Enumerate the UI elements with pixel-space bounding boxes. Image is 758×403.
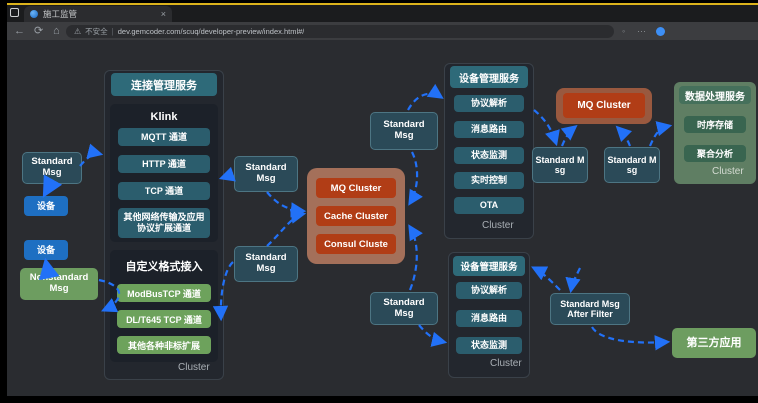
- diagram-canvas: Standard Msg 设备 设备 Nonstandard Msg 连接管理服…: [0, 40, 758, 396]
- device-service-bottom-cluster-label: Cluster: [490, 358, 522, 369]
- consul-cluster-item: Consul Cluste: [316, 234, 396, 254]
- channel-nonstd-ext: 其他各种非标扩展: [117, 336, 211, 354]
- data-service-cluster-label: Cluster: [712, 166, 744, 177]
- channel-modbus: ModBusTCP 通道: [117, 284, 211, 302]
- ds-bot-protocol: 协议解析: [456, 282, 522, 299]
- mq-cluster-item: MQ Cluster: [316, 178, 396, 198]
- cache-cluster-item: Cache Cluster: [316, 206, 396, 226]
- browser-tab[interactable]: 施工监管 ×: [24, 6, 172, 22]
- device-service-top-title: 设备管理服务: [450, 66, 528, 88]
- node-nonstandard-msg: Nonstandard Msg: [20, 268, 98, 300]
- tab-close-icon[interactable]: ×: [161, 10, 166, 19]
- window-accent-line: [0, 3, 758, 5]
- data-aggregation: 聚合分析: [684, 145, 746, 162]
- channel-dlt645: DL/T645 TCP 通道: [117, 310, 211, 328]
- browser-window: 施工监管 × ← ⟳ ⌂ ⚠ 不安全 | dev.gemcoder.com/sc…: [0, 0, 756, 397]
- node-device-bottom: 设备: [24, 240, 68, 260]
- device-service-bottom-title: 设备管理服务: [453, 256, 525, 276]
- channel-other: 其他网络传输及应用协议扩展通道: [118, 208, 210, 238]
- connection-cluster-label: Cluster: [178, 362, 210, 373]
- ds-bot-routing: 消息路由: [456, 310, 522, 327]
- channel-http: HTTP 通道: [118, 155, 210, 173]
- ds-bot-status: 状态监测: [456, 337, 522, 354]
- address-bar[interactable]: ⚠ 不安全 | dev.gemcoder.com/scuq/developer-…: [66, 25, 614, 38]
- tab-strip: 施工监管 ×: [0, 5, 758, 22]
- home-icon[interactable]: ⌂: [53, 24, 60, 38]
- channel-mqtt: MQTT 通道: [118, 128, 210, 146]
- node-third-party-app: 第三方应用: [672, 328, 756, 358]
- connection-service-title: 连接管理服务: [111, 73, 217, 96]
- channel-tcp: TCP 通道: [118, 182, 210, 200]
- ds-top-ota: OTA: [454, 197, 524, 214]
- screen-bezel: [0, 0, 7, 403]
- data-timeseries: 时序存储: [684, 116, 746, 133]
- custom-format-title: 自定义格式接入: [110, 258, 218, 274]
- node-standard-msg-relay-top: Standard Msg: [234, 156, 298, 192]
- tab-search-icon[interactable]: [10, 8, 19, 17]
- node-standard-msg-relay-bottom: Standard Msg: [234, 246, 298, 282]
- extensions-icon[interactable]: ◦: [622, 26, 625, 36]
- not-secure-label: 不安全: [85, 26, 108, 37]
- node-device-top: 设备: [24, 196, 68, 216]
- url-separator: |: [112, 27, 114, 36]
- node-standard-msg-after-filter: Standard Msg After Filter: [550, 293, 630, 325]
- device-service-top-cluster-label: Cluster: [482, 220, 514, 231]
- profile-avatar[interactable]: [656, 27, 665, 36]
- ds-top-realtime: 实时控制: [454, 172, 524, 189]
- node-standard-msg-left: Standard Msg: [22, 152, 82, 184]
- klink-title: Klink: [110, 111, 218, 123]
- ds-top-status: 状态监测: [454, 147, 524, 164]
- tab-title: 施工监管: [43, 8, 156, 20]
- data-service-title: 数据处理服务: [679, 86, 751, 104]
- url-text: dev.gemcoder.com/scuq/developer-preview/…: [118, 27, 305, 36]
- ds-top-protocol: 协议解析: [454, 95, 524, 112]
- ds-top-routing: 消息路由: [454, 121, 524, 138]
- node-standard-msg-gateway-bottom: Standard Msg: [370, 292, 438, 325]
- not-secure-icon: ⚠: [74, 27, 81, 36]
- reload-icon[interactable]: ⟳: [34, 24, 43, 38]
- back-icon[interactable]: ←: [14, 24, 25, 38]
- node-standard-msg-gateway-top: Standard Msg: [370, 112, 438, 150]
- mq-cluster-top: MQ Cluster: [563, 93, 645, 118]
- node-standard-msg-b: Standard Msg: [604, 147, 660, 183]
- menu-icon[interactable]: ⋯: [637, 26, 646, 37]
- tab-favicon-icon: [30, 10, 38, 18]
- node-standard-msg-a: Standard Msg: [532, 147, 588, 183]
- navigation-bar: ← ⟳ ⌂ ⚠ 不安全 | dev.gemcoder.com/scuq/deve…: [0, 22, 758, 40]
